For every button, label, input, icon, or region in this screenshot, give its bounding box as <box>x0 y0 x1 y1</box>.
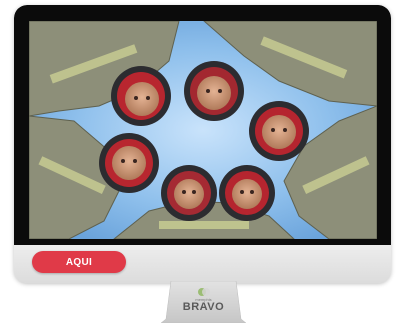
monitor-bezel <box>14 5 391 245</box>
monitor-screen <box>29 21 377 239</box>
firefighters-photo <box>29 21 377 239</box>
monitor-stand: memphis BRAVO <box>161 281 246 323</box>
logo-name: BRAVO <box>182 301 225 313</box>
monitor-chin: AQUI <box>14 245 391 283</box>
logo-mark-icon <box>197 288 210 296</box>
aqui-button[interactable]: AQUI <box>32 251 126 273</box>
computer-monitor: AQUI <box>14 5 391 283</box>
bravo-logo: memphis BRAVO <box>181 287 226 321</box>
